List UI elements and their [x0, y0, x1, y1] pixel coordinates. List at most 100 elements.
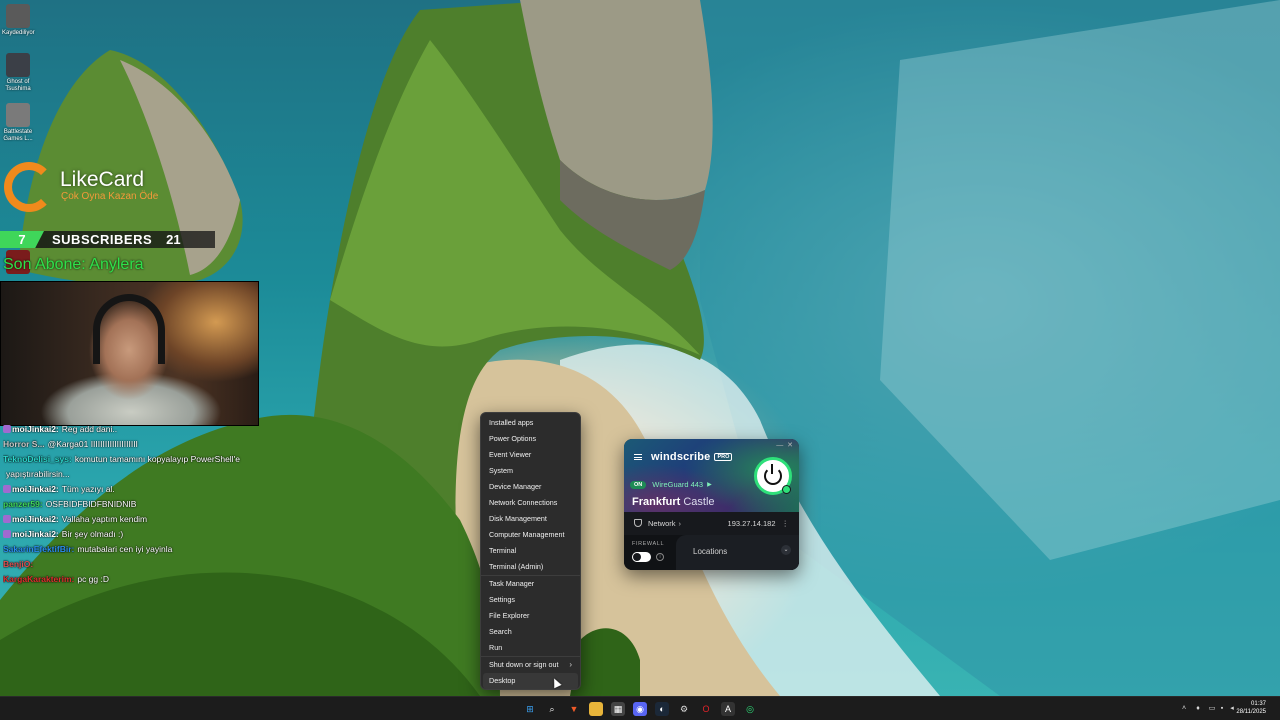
menu-item-label: Event Viewer: [489, 450, 532, 459]
start-icon[interactable]: ⊞: [523, 702, 537, 716]
chat-message: moiJinkai2: Reg add dani..: [3, 422, 243, 437]
menu-item-shut-down-or-sign-out[interactable]: Shut down or sign out ›: [483, 657, 578, 673]
windscribe-window: — ✕ windscribe PRO ON WireGuard 443 ▶ Fr…: [624, 439, 799, 570]
brave-browser-icon[interactable]: ▼: [567, 702, 581, 716]
likecard-subtitle: Çok Oyna Kazan Öde: [61, 191, 159, 202]
app-icon[interactable]: A: [721, 702, 735, 716]
protocol-label[interactable]: WireGuard 443: [652, 480, 703, 489]
chat-text: @Karga01 IIIIIIIIIIIIIIIIIIII: [47, 439, 138, 449]
locations-button[interactable]: Locations ⌄: [676, 535, 799, 570]
menu-item-label: Task Manager: [489, 579, 535, 588]
chevron-right-icon: ›: [678, 518, 682, 528]
chat-message: Horror S... @Karga01 IIIIIIIIIIIIIIIIIIII: [3, 437, 243, 452]
last-subscriber-text: Son Abone: Anylera: [3, 256, 144, 273]
quick-link-menu: Installed apps Power Options Event Viewer S…: [480, 412, 581, 690]
file-explorer-icon[interactable]: ▬: [589, 702, 603, 716]
menu-item-terminal-admin[interactable]: Terminal (Admin): [483, 559, 578, 575]
chat-text: komutun tamamını kopyalayıp PowerShell'e: [74, 454, 240, 464]
menu-item-event-viewer[interactable]: Event Viewer: [483, 447, 578, 463]
menu-item-task-manager[interactable]: Task Manager: [483, 576, 578, 592]
chat-username: moiJinkai2:: [12, 484, 59, 494]
clock[interactable]: 01:37 28/11/2025: [1236, 700, 1266, 716]
chat-text: Tüm yazıyı al.: [61, 484, 115, 494]
menu-item-settings[interactable]: Settings: [483, 592, 578, 608]
menu-item-system[interactable]: System: [483, 463, 578, 479]
desktop-icon-kaydediliyor[interactable]: Kaydediliyor: [2, 4, 35, 37]
menu-item-label: Run: [489, 643, 503, 652]
volume-icon[interactable]: ◂: [1228, 705, 1236, 713]
microphone-icon[interactable]: ♦: [1194, 705, 1202, 713]
menu-item-file-explorer[interactable]: File Explorer: [483, 608, 578, 624]
menu-item-label: Search: [489, 627, 512, 636]
chat-username: BenjiO:: [3, 559, 34, 569]
menu-item-run[interactable]: Run: [483, 640, 578, 656]
firewall-toggle[interactable]: [632, 552, 651, 562]
power-icon: [764, 464, 782, 485]
menu-item-label: Device Manager: [489, 482, 542, 491]
chevron-up-icon[interactable]: ˄: [1180, 705, 1188, 713]
chat-message: moiJinkai2: Vallaha yaptım kendim: [3, 512, 243, 527]
chat-message: KargaKarakterim: pc gg :D: [3, 572, 243, 587]
subscriber-label: SUBSCRIBERS: [52, 232, 153, 247]
likecard-title: LikeCard: [60, 168, 145, 191]
menu-item-power-options[interactable]: Power Options: [483, 431, 578, 447]
windscribe-brand: windscribe: [651, 451, 711, 463]
webcam-feed: [0, 281, 259, 426]
menu-item-desktop[interactable]: Desktop: [483, 673, 578, 689]
menu-item-computer-management[interactable]: Computer Management: [483, 527, 578, 543]
discord-icon[interactable]: ◉: [633, 702, 647, 716]
menu-item-label: Network Connections: [489, 498, 558, 507]
network-row[interactable]: Network › 193.27.14.182 ⋮: [624, 514, 799, 532]
menu-item-label: Terminal: [489, 546, 517, 555]
windscribe-icon[interactable]: ◎: [743, 702, 757, 716]
menu-item-label: Desktop: [489, 676, 516, 685]
menu-item-terminal[interactable]: Terminal: [483, 543, 578, 559]
chat-text: OSFBIDFBIDFBNIDNIB: [45, 499, 137, 509]
opera-icon[interactable]: O: [699, 702, 713, 716]
steam-icon[interactable]: ◐: [655, 702, 669, 716]
location-city: Frankfurt: [632, 496, 681, 508]
hamburger-menu-icon[interactable]: [634, 454, 642, 460]
chat-text: pc gg :D: [77, 574, 109, 584]
menu-item-label: Power Options: [489, 434, 537, 443]
chat-badge-icon: [3, 425, 11, 433]
connection-status: ON WireGuard 443 ▶: [630, 480, 712, 489]
chevron-right-icon: ›: [569, 660, 572, 669]
subscriber-count-goal: 21: [166, 232, 181, 247]
headphones-shape: [93, 294, 165, 364]
chat-username: moiJinkai2:: [12, 529, 59, 539]
chat-username: TeknoDelisi_sys:: [3, 454, 72, 464]
chat-text: mutabalari cen iyi yayinla: [77, 544, 173, 554]
chat-message: moiJinkai2: Bir şey olmadı :): [3, 527, 243, 542]
window-controls[interactable]: — ✕: [776, 441, 793, 449]
chat-username: KargaKarakterim:: [3, 574, 75, 584]
chat-message: BenjiO:: [3, 557, 243, 572]
app-icon: [6, 4, 30, 28]
connected-indicator: [782, 485, 791, 494]
menu-item-network-connections[interactable]: Network Connections: [483, 495, 578, 511]
desktop-icon-battlestate[interactable]: Battlestate Games L...: [2, 103, 34, 143]
display-icon[interactable]: ▭: [1208, 705, 1216, 713]
connect-power-button[interactable]: [754, 457, 792, 495]
search-icon[interactable]: ⌕: [545, 702, 559, 716]
more-options-icon[interactable]: ⋮: [782, 519, 790, 528]
chat-text: yapıştırabilirsin...: [6, 469, 70, 479]
settings-icon[interactable]: ⚙: [677, 702, 691, 716]
chevron-right-icon: ▶: [707, 482, 712, 488]
network-icon[interactable]: ▪: [1218, 705, 1226, 713]
menu-item-label: File Explorer: [489, 611, 530, 620]
info-icon[interactable]: i: [656, 553, 664, 561]
chat-username: SakarinEfektifBir:: [3, 544, 75, 554]
menu-item-disk-management[interactable]: Disk Management: [483, 511, 578, 527]
plan-badge: PRO: [714, 453, 733, 461]
menu-item-label: System: [489, 466, 513, 475]
menu-item-search[interactable]: Search: [483, 624, 578, 640]
menu-item-installed-apps[interactable]: Installed apps: [483, 415, 578, 431]
game-icon: [6, 53, 30, 77]
desktop-icon-ghost-of-tsushima[interactable]: Ghost of Tsushima: [2, 53, 34, 93]
subscriber-count-current: 7: [0, 231, 44, 248]
store-icon[interactable]: ▦: [611, 702, 625, 716]
chat-text: Reg add dani..: [61, 424, 118, 434]
menu-item-device-manager[interactable]: Device Manager: [483, 479, 578, 495]
chat-message: moiJinkai2: Tüm yazıyı al.: [3, 482, 243, 497]
